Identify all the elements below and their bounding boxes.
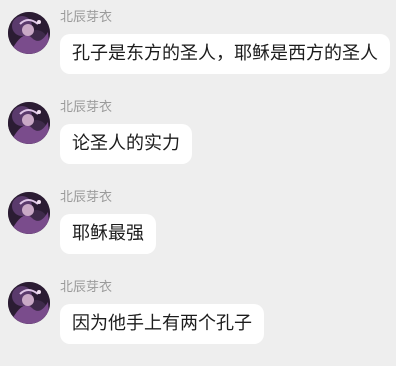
message-bubble[interactable]: 因为他手上有两个孔子 (60, 304, 264, 344)
message-bubble[interactable]: 论圣人的实力 (60, 124, 192, 164)
avatar-image (8, 12, 50, 54)
avatar-image (8, 102, 50, 144)
sender-name: 北辰芽衣 (60, 100, 113, 115)
sender-name: 北辰芽衣 (60, 10, 113, 25)
avatar[interactable] (8, 102, 50, 144)
avatar-image (8, 282, 50, 324)
avatar[interactable] (8, 282, 50, 324)
message-bubble[interactable]: 孔子是东方的圣人，耶稣是西方的圣人 (60, 34, 390, 74)
message-bubble[interactable]: 耶稣最强 (60, 214, 156, 254)
sender-name: 北辰芽衣 (60, 190, 113, 205)
sender-name: 北辰芽衣 (60, 280, 113, 295)
chat-window: 北辰芽衣 孔子是东方的圣人，耶稣是西方的圣人 北辰芽衣 论圣人的实力 北辰芽衣 … (0, 0, 396, 366)
avatar[interactable] (8, 12, 50, 54)
avatar-image (8, 192, 50, 234)
avatar[interactable] (8, 192, 50, 234)
